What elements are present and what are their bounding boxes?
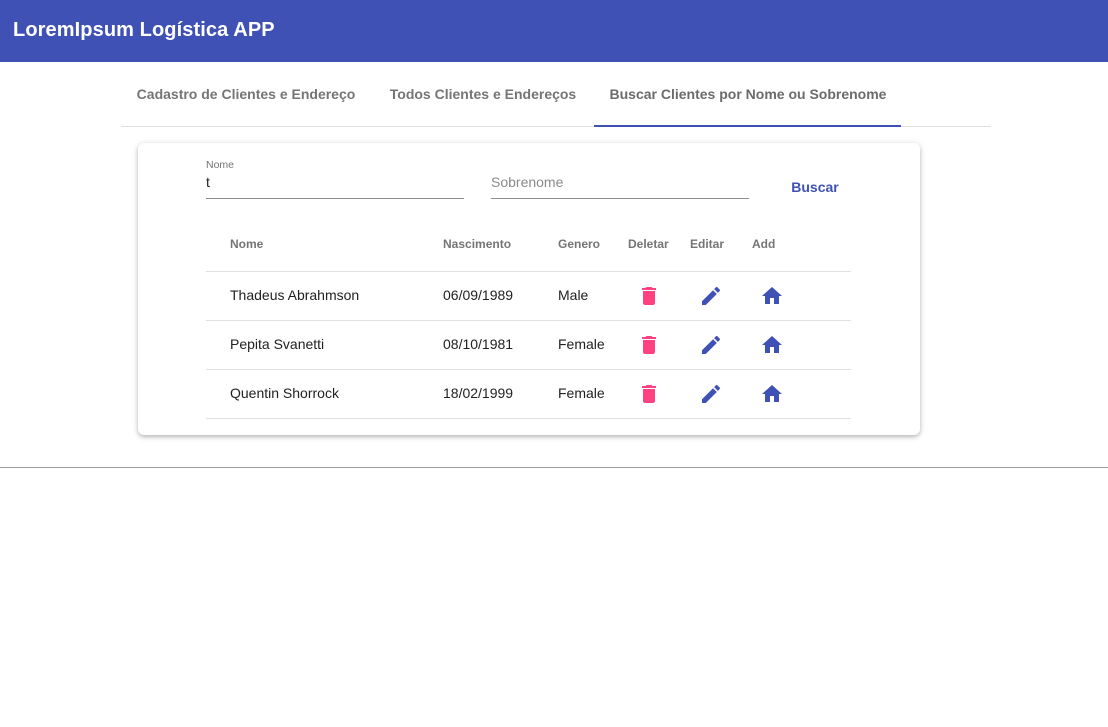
delete-icon[interactable] xyxy=(637,333,661,357)
cell-nome: Quentin Shorrock xyxy=(230,385,339,401)
nome-field: Nome xyxy=(206,143,464,199)
table-row: Thadeus Abrahmson 06/09/1989 Male xyxy=(206,272,851,321)
cell-nascimento: 18/02/1999 xyxy=(443,385,514,401)
sobrenome-field xyxy=(491,143,749,199)
app-title: LoremIpsum Logística APP xyxy=(13,19,275,41)
search-card: Nome Buscar Nome Nascimento Genero Delet… xyxy=(138,143,920,435)
app-toolbar: LoremIpsum Logística APP xyxy=(0,0,1108,62)
cell-nascimento: 06/09/1989 xyxy=(443,287,514,303)
column-header-genero: Genero xyxy=(558,237,601,251)
nome-label: Nome xyxy=(206,159,235,171)
clients-table: Nome Nascimento Genero Deletar Editar Ad… xyxy=(206,223,851,419)
edit-icon[interactable] xyxy=(699,284,723,308)
tab-buscar-clientes[interactable]: Buscar Clientes por Nome ou Sobrenome xyxy=(595,62,901,126)
table-row: Quentin Shorrock 18/02/1999 Female xyxy=(206,370,851,419)
cell-nome: Thadeus Abrahmson xyxy=(230,287,360,303)
tab-todos-clientes[interactable]: Todos Clientes e Endereços xyxy=(371,62,595,126)
cell-nascimento: 08/10/1981 xyxy=(443,336,514,352)
table-row: Pepita Svanetti 08/10/1981 Female xyxy=(206,321,851,370)
delete-icon[interactable] xyxy=(637,284,661,308)
delete-icon[interactable] xyxy=(637,382,661,406)
sobrenome-input[interactable] xyxy=(491,174,749,190)
column-header-nascimento: Nascimento xyxy=(443,237,512,251)
nome-underline xyxy=(206,198,464,199)
tab-label: Todos Clientes e Endereços xyxy=(389,86,577,102)
tab-label: Cadastro de Clientes e Endereço xyxy=(136,86,356,102)
home-icon[interactable] xyxy=(760,333,784,357)
column-header-nome: Nome xyxy=(230,237,264,251)
column-header-editar: Editar xyxy=(690,237,725,251)
home-icon[interactable] xyxy=(760,382,784,406)
edit-icon[interactable] xyxy=(699,333,723,357)
page-divider xyxy=(0,467,1108,468)
table-header: Nome Nascimento Genero Deletar Editar Ad… xyxy=(206,223,851,272)
sobrenome-underline xyxy=(491,198,749,199)
edit-icon[interactable] xyxy=(699,382,723,406)
column-header-add: Add xyxy=(752,237,776,251)
buscar-button[interactable]: Buscar xyxy=(779,172,851,202)
cell-genero: Female xyxy=(558,336,605,352)
nome-input[interactable] xyxy=(206,174,464,190)
cell-genero: Male xyxy=(558,287,589,303)
active-tab-indicator xyxy=(594,125,901,127)
cell-genero: Female xyxy=(558,385,605,401)
home-icon[interactable] xyxy=(760,284,784,308)
tab-cadastro[interactable]: Cadastro de Clientes e Endereço xyxy=(121,62,371,126)
tab-bar: Cadastro de Clientes e Endereço Todos Cl… xyxy=(121,62,991,127)
tab-label: Buscar Clientes por Nome ou Sobrenome xyxy=(609,86,887,102)
cell-nome: Pepita Svanetti xyxy=(230,336,325,352)
column-header-deletar: Deletar xyxy=(628,237,669,251)
